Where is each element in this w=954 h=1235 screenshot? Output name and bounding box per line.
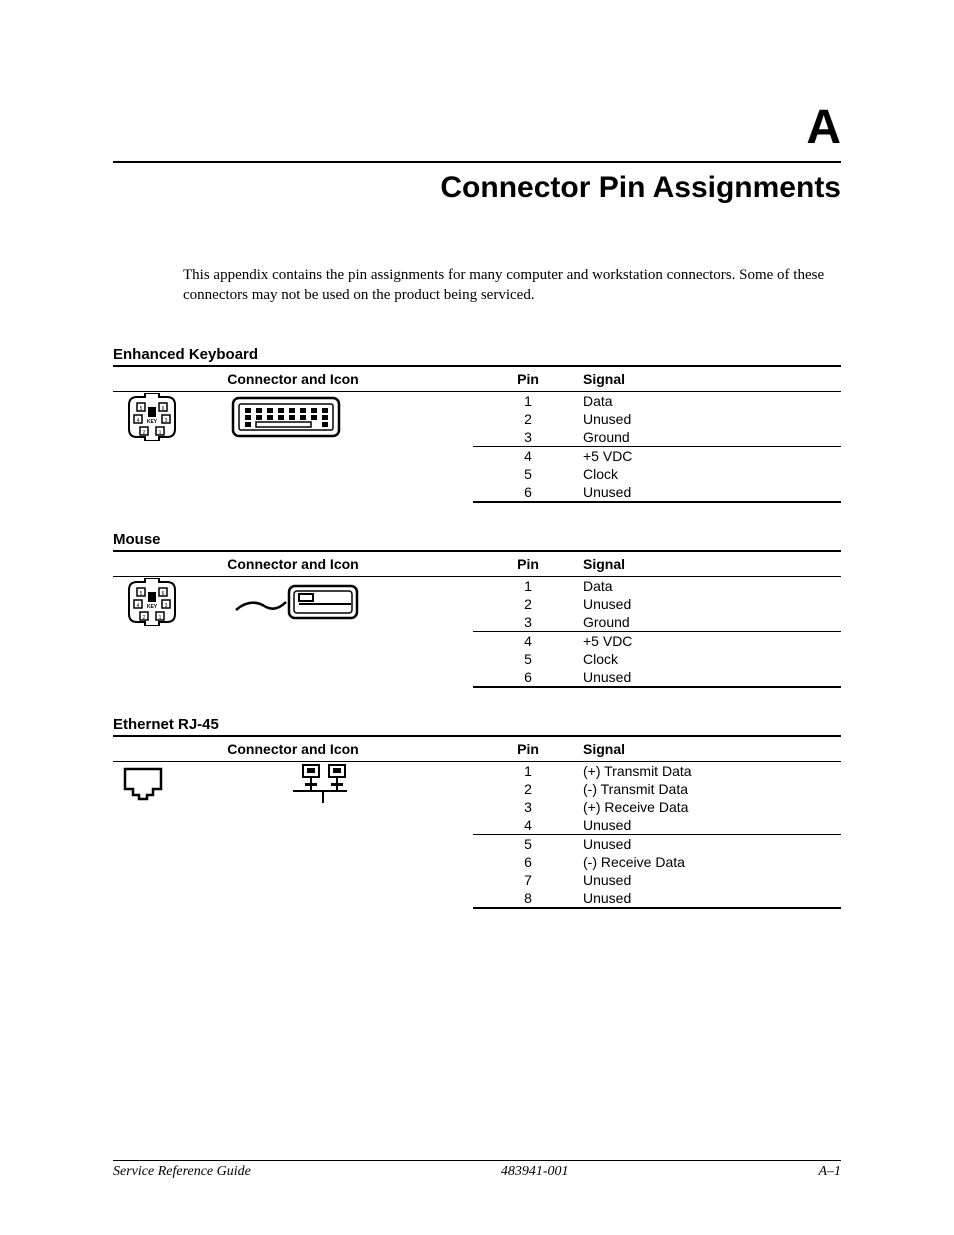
network-icon: [283, 763, 357, 805]
col-header-pin: Pin: [473, 366, 583, 392]
table-cell: Unused: [583, 889, 841, 908]
svg-text:4: 4: [137, 603, 140, 609]
table-cell: 3: [473, 428, 583, 447]
page-footer: Service Reference Guide 483941-001 A–1: [113, 1160, 841, 1180]
ps2-connector-icon: 5 6 4 3 KEY 2 1: [123, 578, 181, 626]
section-title-ethernet: Ethernet RJ-45: [113, 716, 841, 733]
rj45-connector-icon: [123, 767, 163, 801]
intro-paragraph: This appendix contains the pin assignmen…: [183, 265, 841, 306]
table-cell: (-) Transmit Data: [583, 780, 841, 798]
col-header-connector: Connector and Icon: [113, 366, 473, 392]
col-header-connector: Connector and Icon: [113, 736, 473, 762]
table-cell: 1: [473, 391, 583, 410]
table-cell: Unused: [583, 410, 841, 428]
table-cell: 4: [473, 816, 583, 835]
table-cell: 5: [473, 465, 583, 483]
col-header-signal: Signal: [583, 366, 841, 392]
svg-text:KEY: KEY: [147, 604, 158, 610]
mouse-icon: [231, 582, 361, 622]
col-header-signal: Signal: [583, 551, 841, 577]
table-cell: 2: [473, 410, 583, 428]
table-cell: 1: [473, 576, 583, 595]
ethernet-connector-icon-cell: [113, 761, 473, 908]
table-cell: Data: [583, 576, 841, 595]
table-cell: Unused: [583, 483, 841, 502]
table-cell: 1: [473, 761, 583, 780]
table-cell: 6: [473, 668, 583, 687]
table-cell: 5: [473, 650, 583, 668]
table-cell: 4: [473, 446, 583, 465]
section-title-mouse: Mouse: [113, 531, 841, 548]
table-cell: +5 VDC: [583, 631, 841, 650]
svg-text:1: 1: [159, 430, 162, 436]
table-cell: Unused: [583, 816, 841, 835]
table-cell: (+) Receive Data: [583, 798, 841, 816]
mouse-pin-table: Connector and Icon Pin Signal 5 6 4 3 KE…: [113, 550, 841, 688]
col-header-pin: Pin: [473, 551, 583, 577]
table-cell: 2: [473, 595, 583, 613]
col-header-connector: Connector and Icon: [113, 551, 473, 577]
table-cell: Clock: [583, 650, 841, 668]
svg-text:5: 5: [140, 591, 143, 597]
svg-text:1: 1: [159, 615, 162, 621]
table-cell: (-) Receive Data: [583, 853, 841, 871]
footer-center: 483941-001: [501, 1164, 569, 1180]
table-cell: Unused: [583, 834, 841, 853]
svg-text:4: 4: [137, 418, 140, 424]
footer-left: Service Reference Guide: [113, 1164, 251, 1180]
keyboard-icon: [231, 396, 341, 438]
chapter-title: Connector Pin Assignments: [113, 171, 841, 205]
table-cell: Ground: [583, 613, 841, 632]
table-cell: 4: [473, 631, 583, 650]
ps2-connector-icon: 5 6 4 3 KEY 2 1: [123, 393, 181, 441]
keyboard-pin-table: Connector and Icon Pin Signal 5 6 4 3 KE…: [113, 365, 841, 503]
table-cell: Data: [583, 391, 841, 410]
table-cell: 3: [473, 613, 583, 632]
table-cell: 6: [473, 853, 583, 871]
col-header-signal: Signal: [583, 736, 841, 762]
footer-rule: [113, 1160, 841, 1161]
table-cell: +5 VDC: [583, 446, 841, 465]
table-cell: Clock: [583, 465, 841, 483]
svg-text:2: 2: [143, 615, 146, 621]
table-cell: Unused: [583, 871, 841, 889]
table-cell: 5: [473, 834, 583, 853]
table-cell: 3: [473, 798, 583, 816]
table-cell: 2: [473, 780, 583, 798]
mouse-connector-icon-cell: 5 6 4 3 KEY 2 1: [113, 576, 473, 687]
table-cell: 7: [473, 871, 583, 889]
svg-text:6: 6: [162, 406, 165, 412]
title-rule: [113, 161, 841, 163]
keyboard-connector-icon-cell: 5 6 4 3 KEY 2 1: [113, 391, 473, 502]
ethernet-pin-table: Connector and Icon Pin Signal: [113, 735, 841, 909]
footer-right: A–1: [818, 1164, 841, 1180]
table-cell: 8: [473, 889, 583, 908]
svg-text:3: 3: [165, 418, 168, 424]
appendix-letter: A: [113, 100, 841, 155]
section-title-keyboard: Enhanced Keyboard: [113, 346, 841, 363]
table-cell: Unused: [583, 668, 841, 687]
table-cell: (+) Transmit Data: [583, 761, 841, 780]
table-cell: Ground: [583, 428, 841, 447]
svg-text:5: 5: [140, 406, 143, 412]
svg-text:3: 3: [165, 603, 168, 609]
table-cell: Unused: [583, 595, 841, 613]
svg-text:KEY: KEY: [147, 419, 158, 425]
table-cell: 6: [473, 483, 583, 502]
svg-text:6: 6: [162, 591, 165, 597]
col-header-pin: Pin: [473, 736, 583, 762]
svg-text:2: 2: [143, 430, 146, 436]
